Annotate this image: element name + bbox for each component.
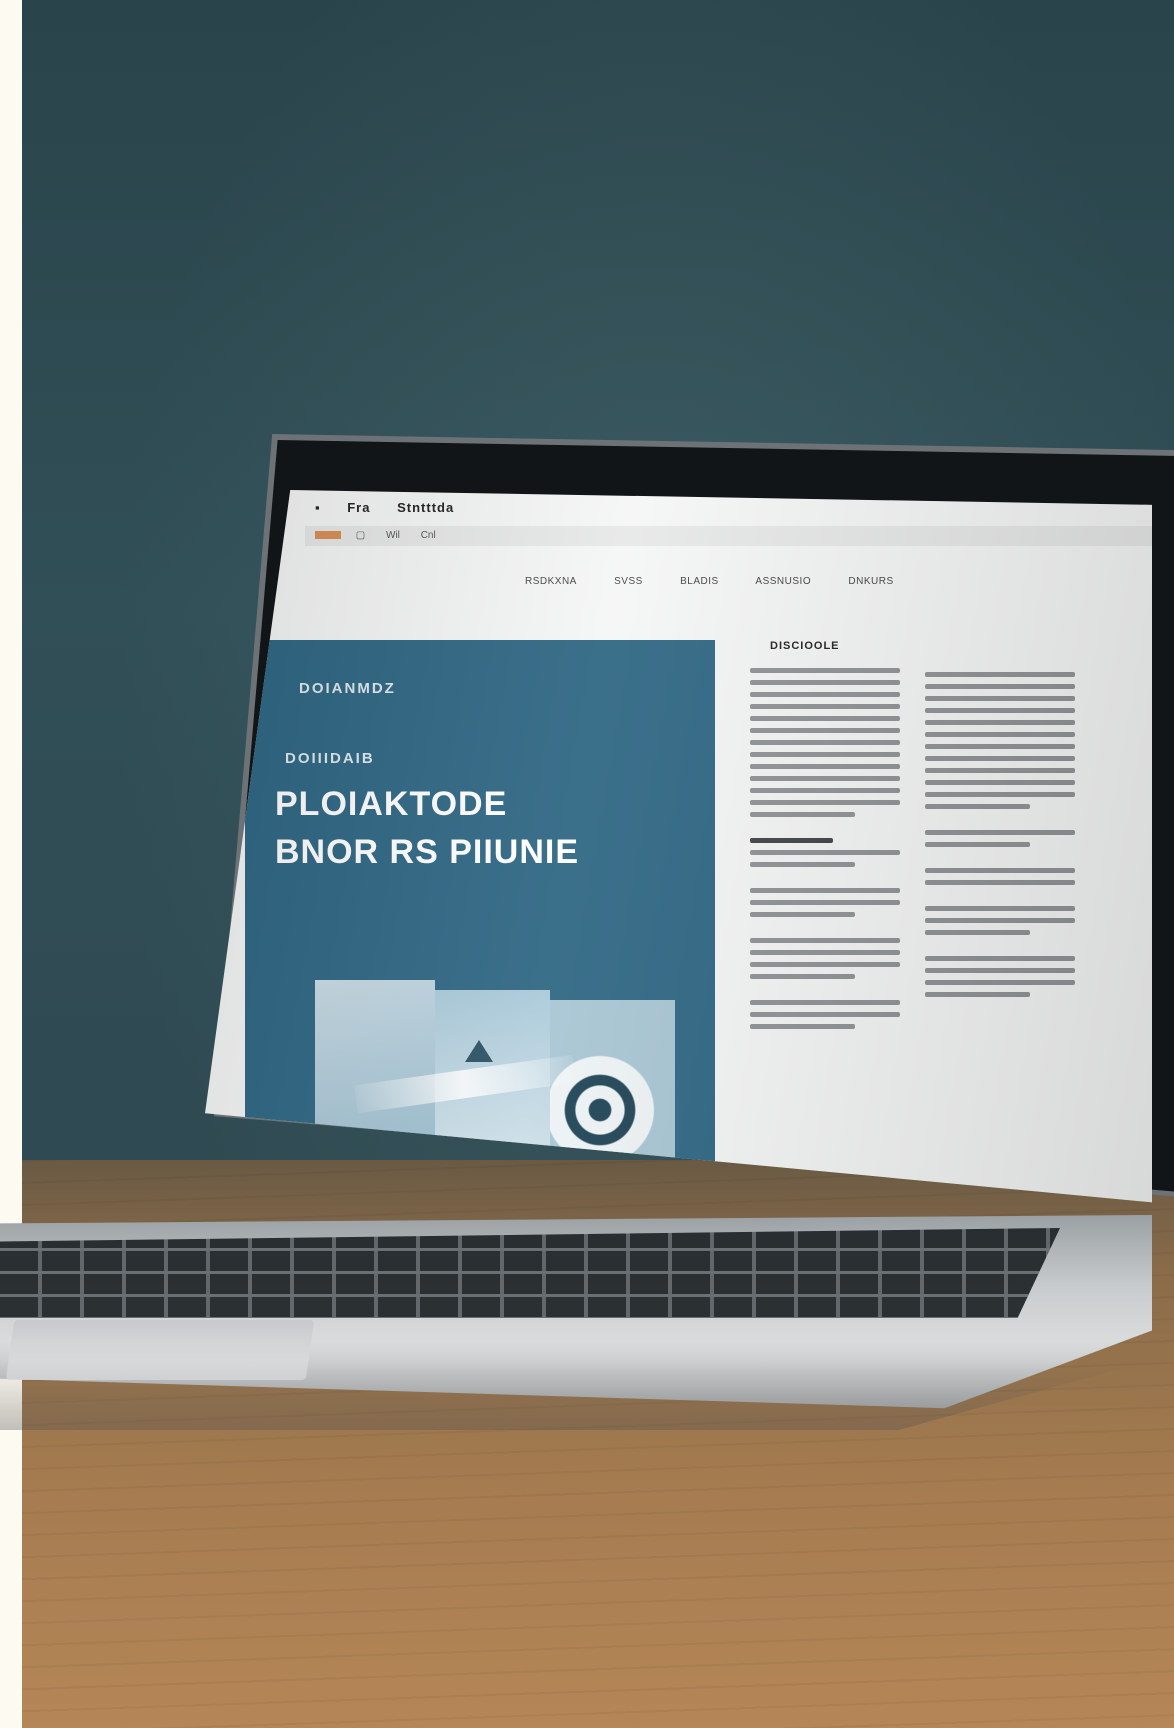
hero-title-line: BNOR RS PIIUNIE: [275, 833, 580, 871]
text-line-bold: [750, 838, 833, 843]
side-heading: DISCIOOLE: [770, 640, 840, 652]
text-line: [750, 728, 900, 733]
nav-item[interactable]: RSDKXNA: [525, 576, 577, 587]
text-line: [750, 704, 900, 709]
browser-toolbar: ▢ Wil Cnl: [305, 526, 1152, 546]
nav-item[interactable]: BLADIS: [680, 576, 719, 587]
browser-titlebar: ▪ Fra Stntttda: [315, 500, 1152, 524]
window-icon[interactable]: ▢: [356, 530, 365, 541]
text-line: [925, 968, 1075, 973]
text-line: [925, 868, 1075, 873]
app-icon: ▪: [315, 500, 321, 515]
text-line: [750, 938, 900, 943]
text-column: [925, 672, 1075, 1004]
keyboard-rows: [0, 1228, 1060, 1318]
text-line: [750, 950, 900, 955]
hero-title: PLOIAKTODE BNOR RS PIIUNIE: [275, 780, 675, 876]
nav-item[interactable]: ASSNUSIO: [755, 576, 811, 587]
hero-eyebrow: DOIIIDAIB: [285, 750, 375, 767]
collage-peak: [465, 1040, 493, 1062]
text-line: [925, 804, 1030, 809]
text-line: [750, 752, 900, 757]
text-line: [750, 1024, 855, 1029]
toolbar-badge-icon[interactable]: [315, 531, 341, 540]
text-line: [925, 780, 1075, 785]
titlebar-item[interactable]: Stntttda: [397, 500, 454, 515]
text-line: [750, 668, 900, 673]
text-line: [750, 850, 900, 855]
text-line: [925, 672, 1075, 677]
text-line: [750, 900, 900, 905]
text-line: [750, 962, 900, 967]
text-line: [750, 716, 900, 721]
site-nav: RSDKXNA SVSS BLADIS ASSNUSIO DNKURS: [525, 576, 928, 587]
text-line: [925, 930, 1030, 935]
text-column: [750, 668, 900, 1036]
toolbar-item[interactable]: Cnl: [421, 530, 436, 541]
text-line: [925, 992, 1030, 997]
text-line: [925, 980, 1075, 985]
text-line: [750, 912, 855, 917]
hero-title-line: PLOIAKTODE: [275, 785, 508, 823]
text-line: [750, 800, 900, 805]
text-line: [750, 1000, 900, 1005]
text-line: [925, 906, 1075, 911]
hero-banner: DOIANMDZ DOIIIDAIB PLOIAKTODE BNOR RS PI…: [245, 640, 715, 1203]
nav-item[interactable]: DNKURS: [848, 576, 893, 587]
hero-kicker: DOIANMDZ: [299, 680, 396, 697]
laptop-screen: ▪ Fra Stntttda ▢ Wil Cnl RSDKXNA SVSS BL…: [205, 490, 1152, 1203]
toolbar-item[interactable]: Wil: [386, 530, 400, 541]
text-line: [750, 764, 900, 769]
nav-item[interactable]: SVSS: [614, 576, 643, 587]
text-line: [750, 680, 900, 685]
text-line: [925, 830, 1075, 835]
text-line: [925, 732, 1075, 737]
text-line: [925, 756, 1075, 761]
text-line: [925, 744, 1075, 749]
text-line: [750, 1012, 900, 1017]
text-line: [925, 842, 1030, 847]
text-line: [750, 776, 900, 781]
text-line: [750, 888, 900, 893]
text-line: [925, 880, 1075, 885]
text-line: [925, 792, 1075, 797]
text-line: [750, 740, 900, 745]
text-line: [750, 692, 900, 697]
titlebar-item[interactable]: Fra: [347, 500, 370, 515]
text-line: [750, 974, 855, 979]
text-line: [925, 684, 1075, 689]
text-line: [925, 696, 1075, 701]
text-line: [750, 862, 855, 867]
text-line: [925, 708, 1075, 713]
text-line: [925, 918, 1075, 923]
text-line: [925, 768, 1075, 773]
text-line: [925, 956, 1075, 961]
text-line: [925, 720, 1075, 725]
text-line: [750, 812, 855, 817]
text-line: [750, 788, 900, 793]
